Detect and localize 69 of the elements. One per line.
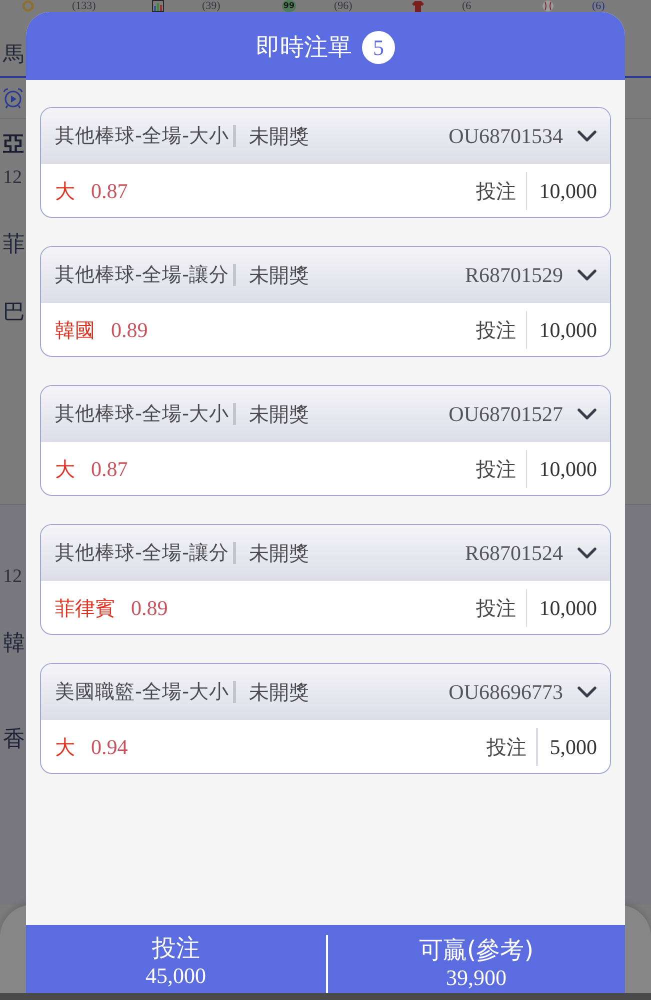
market-name: 其他棒球-全場-大小 [55,401,230,427]
match-time: 12 [3,565,22,589]
card-header[interactable]: 其他棒球-全場-讓分 未開獎 R68701524 [41,525,610,581]
bet-pick: 大 [55,456,75,482]
bet-odds: 0.94 [91,734,128,760]
ticket-number: OU68701534 [448,123,563,149]
bet-status: 未開獎 [249,679,310,705]
chevron-down-icon[interactable] [577,269,597,281]
bet-odds: 0.89 [131,594,168,620]
bet-pick: 大 [55,734,75,760]
market-name: 其他棒球-全場-讓分 [55,540,230,566]
bar-chart-icon [152,0,164,12]
stake-label: 投注 [476,316,516,342]
count-badge: 5 [362,30,395,64]
market-name: 美國職籃-全場-大小 [55,679,230,705]
stake-label: 投注 [476,456,516,482]
ticket-number: R68701529 [464,262,563,288]
bet-odds: 0.89 [111,316,148,342]
tab-count[interactable]: (39) [202,0,220,12]
tab-count[interactable]: (6 [462,0,472,12]
market-name: 其他棒球-全場-大小 [55,123,230,149]
card-header[interactable]: 美國職籃-全場-大小 未開獎 OU68696773 [41,664,610,720]
ring-icon [22,0,34,12]
bet-odds: 0.87 [91,456,128,482]
dialog-title: 即時注單 [256,32,352,62]
tab-count[interactable]: (96) [334,0,352,12]
bet-pick: 大 [55,178,75,204]
summary-label: 投注 [152,933,200,963]
card-header[interactable]: 其他棒球-全場-大小 未開獎 OU68701534 [41,108,610,164]
ticket-number: R68701524 [464,540,563,566]
stake-amount: 5,000 [550,734,597,760]
card-header[interactable]: 其他棒球-全場-讓分 未開獎 R68701529 [41,247,610,303]
stake-amount: 10,000 [539,316,597,342]
stake-amount: 10,000 [539,594,597,620]
tab-count[interactable]: (6) [592,0,605,12]
tab-count[interactable]: (133) [72,0,96,12]
chevron-down-icon[interactable] [577,408,597,420]
team-name: 香 [3,726,25,754]
summary-value: 45,000 [146,963,206,989]
bet-status: 未開獎 [249,401,310,427]
ball-label: 99 [282,0,296,12]
summary-label: 可贏(參考) [418,935,534,965]
stake-label: 投注 [476,594,516,620]
ticket-number: OU68701527 [448,401,563,427]
bet-pick: 韓國 [55,316,95,342]
stake-label: 投注 [476,178,516,204]
bet-status: 未開獎 [249,262,310,288]
league-name: 亞 [3,131,24,158]
chevron-down-icon[interactable] [577,686,597,698]
bet-pick: 菲律賓 [55,594,115,620]
stake-amount: 10,000 [539,178,597,204]
bet-status: 未開獎 [249,540,310,566]
card-header[interactable]: 其他棒球-全場-大小 未開獎 OU68701527 [41,386,610,442]
tab-label[interactable]: 馬 [0,42,24,66]
match-time: 12 [3,166,22,190]
chevron-down-icon[interactable] [577,547,597,559]
baseball-icon [542,0,554,12]
team-name: 韓 [3,630,25,658]
market-name: 其他棒球-全場-讓分 [55,262,230,288]
chevron-down-icon[interactable] [577,130,597,142]
team-name: 菲 [3,231,25,259]
ticket-number: OU68696773 [448,679,563,705]
stake-amount: 10,000 [539,456,597,482]
bet-status: 未開獎 [249,123,310,149]
stake-label: 投注 [486,734,526,760]
bet-odds: 0.87 [91,178,128,204]
shirt-icon [412,0,424,12]
summary-value: 39,900 [446,965,506,991]
team-name: 巴 [3,299,25,327]
